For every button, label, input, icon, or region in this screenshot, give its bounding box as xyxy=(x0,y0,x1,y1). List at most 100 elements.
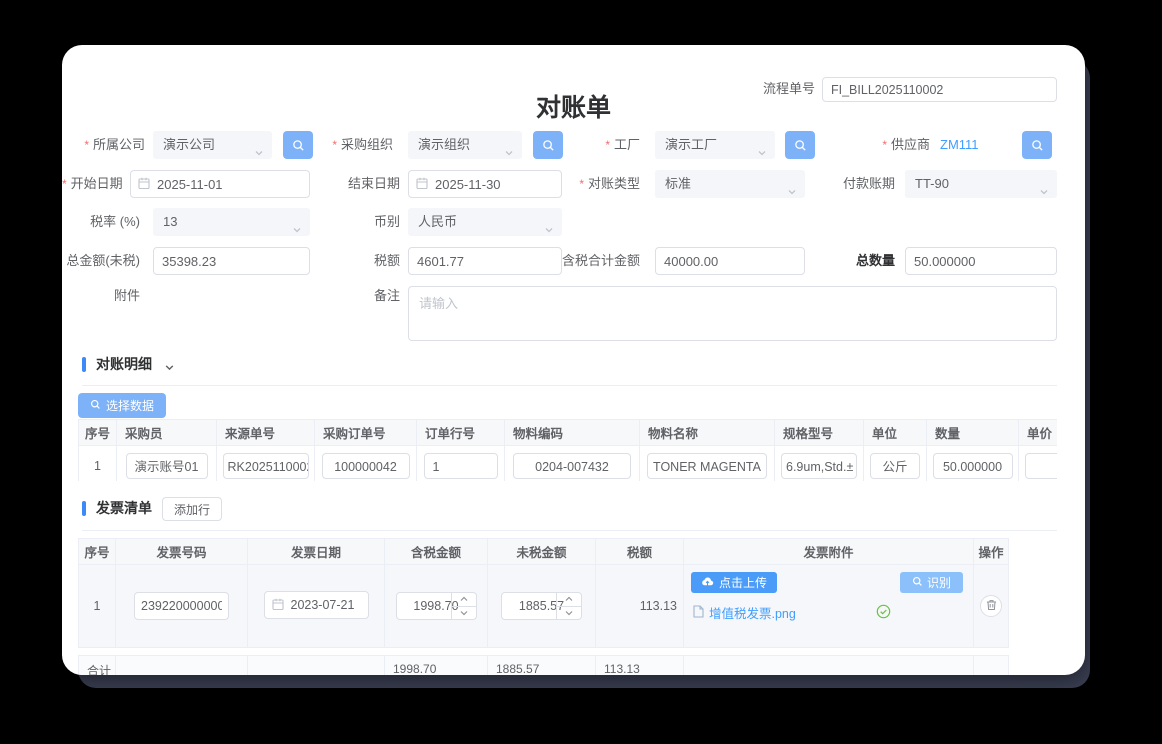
flow-no-label: 流程单号 xyxy=(732,76,815,102)
step-down-icon[interactable] xyxy=(557,606,581,620)
invoice-tax-value: 113.13 xyxy=(596,565,684,648)
currency-label: 币别 xyxy=(317,208,400,236)
total-taxed-label: 含税合计金额 xyxy=(542,247,640,275)
flow-no-input[interactable] xyxy=(822,77,1057,102)
invoice-date-input[interactable] xyxy=(264,591,369,619)
step-up-icon[interactable] xyxy=(452,593,476,606)
company-search-button[interactable] xyxy=(283,131,313,159)
supplier-label: 供应商 xyxy=(847,131,930,159)
step-down-icon[interactable] xyxy=(452,606,476,620)
upload-button[interactable]: 点击上传 xyxy=(691,572,777,593)
company-label: 所属公司 xyxy=(62,131,145,159)
remark-label: 备注 xyxy=(317,282,400,310)
detail-data-row: 1 演示账号01 RK2025110002 100000042 1 0204-0… xyxy=(79,446,1058,482)
material-code-input[interactable]: 0204-007432 xyxy=(513,453,631,479)
chevron-down-icon xyxy=(504,140,514,168)
search-icon xyxy=(912,576,923,590)
statement-card: 对账单 流程单号 所属公司 演示公司 采购组织 演示组织 工厂 演示工厂 供应商… xyxy=(62,45,1085,675)
detail-seq: 1 xyxy=(79,446,117,482)
currency-select[interactable]: 人民币 xyxy=(408,208,562,236)
factory-select[interactable]: 演示工厂 xyxy=(655,131,775,159)
factory-search-button[interactable] xyxy=(785,131,815,159)
payment-term-select[interactable]: TT-90 xyxy=(905,170,1057,198)
spec-input[interactable]: 6.9um,Std.± xyxy=(781,453,857,479)
summary-tax: 113.13 xyxy=(596,656,684,676)
select-data-button[interactable]: 选择数据 xyxy=(78,393,166,418)
detail-table: 序号 采购员 来源单号 采购订单号 订单行号 物料编码 物料名称 规格型号 单位… xyxy=(78,419,1057,481)
tax-rate-select[interactable]: 13 xyxy=(153,208,310,236)
payment-term-label: 付款账期 xyxy=(812,170,895,198)
recognize-button[interactable]: 识别 xyxy=(900,572,963,593)
tax-rate-label: 税率 (%) xyxy=(62,208,140,236)
summary-label: 合计 xyxy=(79,656,116,676)
invoice-no-input[interactable] xyxy=(134,592,229,620)
cloud-upload-icon xyxy=(701,576,714,590)
chevron-down-icon xyxy=(757,140,767,168)
delete-row-button[interactable] xyxy=(980,595,1002,617)
factory-label: 工厂 xyxy=(557,131,640,159)
chevron-down-icon xyxy=(544,217,554,245)
invoice-table-wrapper: 序号 发票号码 发票日期 含税金额 未税金额 税额 发票附件 操作 1 xyxy=(78,538,1009,675)
total-qty-label: 总数量 xyxy=(812,247,895,275)
file-icon xyxy=(693,605,704,621)
remark-textarea[interactable] xyxy=(408,286,1057,341)
price-input[interactable] xyxy=(1025,453,1058,479)
section-bar xyxy=(82,357,86,372)
section-bar xyxy=(82,501,86,516)
buyer-input[interactable]: 演示账号01 xyxy=(126,453,208,479)
chevron-down-icon xyxy=(787,179,797,207)
summary-amount-taxed: 1998.70 xyxy=(385,656,488,676)
invoice-section-title: 发票清单 xyxy=(96,499,152,517)
unit-input[interactable]: 公斤 xyxy=(870,453,920,479)
search-icon xyxy=(90,399,101,413)
amount-taxed-stepper[interactable] xyxy=(396,592,477,620)
detail-section-title: 对账明细 xyxy=(96,355,152,373)
po-no-input[interactable]: 100000042 xyxy=(322,453,410,479)
invoice-data-row: 1 xyxy=(79,565,1009,648)
divider xyxy=(82,530,1057,531)
total-taxed-input[interactable] xyxy=(655,247,805,275)
purchase-org-select[interactable]: 演示组织 xyxy=(408,131,522,159)
calendar-icon xyxy=(138,177,150,195)
supplier-value[interactable]: ZM111 xyxy=(940,131,979,159)
attachment-file-link[interactable]: 增值税发票.png xyxy=(693,603,796,622)
collapse-chevron-icon[interactable] xyxy=(164,360,175,378)
trash-icon xyxy=(986,599,997,614)
detail-header-row: 序号 采购员 来源单号 采购订单号 订单行号 物料编码 物料名称 规格型号 单位… xyxy=(79,420,1058,446)
po-line-input[interactable]: 1 xyxy=(424,453,498,479)
recon-type-label: 对账类型 xyxy=(557,170,640,198)
total-untaxed-input[interactable] xyxy=(153,247,310,275)
supplier-search-button[interactable] xyxy=(1022,131,1052,159)
start-date-label: 开始日期 xyxy=(62,170,122,198)
chevron-down-icon xyxy=(254,140,264,168)
source-no-input[interactable]: RK2025110002 xyxy=(223,453,309,479)
add-row-button[interactable]: 添加行 xyxy=(162,497,222,521)
invoice-table: 序号 发票号码 发票日期 含税金额 未税金额 税额 发票附件 操作 1 xyxy=(78,538,1009,675)
divider xyxy=(82,385,1057,386)
qty-input[interactable]: 50.000000 xyxy=(933,453,1013,479)
chevron-down-icon xyxy=(292,217,302,245)
upload-success-icon xyxy=(876,604,891,622)
calendar-icon xyxy=(416,177,428,195)
detail-table-wrapper: 序号 采购员 来源单号 采购订单号 订单行号 物料编码 物料名称 规格型号 单位… xyxy=(78,419,1057,481)
summary-amount-untaxed: 1885.57 xyxy=(488,656,596,676)
amount-untaxed-stepper[interactable] xyxy=(501,592,582,620)
chevron-down-icon xyxy=(1039,179,1049,207)
total-untaxed-label: 总金额(未税) xyxy=(62,247,140,275)
step-up-icon[interactable] xyxy=(557,593,581,606)
table-gap xyxy=(79,648,1009,656)
calendar-icon xyxy=(272,598,284,614)
end-date-label: 结束日期 xyxy=(317,170,400,198)
company-select[interactable]: 演示公司 xyxy=(153,131,272,159)
recon-type-select[interactable]: 标准 xyxy=(655,170,805,198)
attachment-label: 附件 xyxy=(62,282,140,310)
tax-amount-label: 税额 xyxy=(317,247,400,275)
tax-amount-input[interactable] xyxy=(408,247,562,275)
total-qty-input[interactable] xyxy=(905,247,1057,275)
purchase-org-label: 采购组织 xyxy=(310,131,393,159)
invoice-seq: 1 xyxy=(79,565,116,648)
invoice-attachment-cell: 点击上传 识别 增值税发票.png xyxy=(684,565,974,648)
material-name-input[interactable]: TONER MAGENTA xyxy=(647,453,767,479)
invoice-summary-row: 合计 1998.70 1885.57 113.13 xyxy=(79,656,1009,676)
invoice-header-row: 序号 发票号码 发票日期 含税金额 未税金额 税额 发票附件 操作 xyxy=(79,539,1009,565)
